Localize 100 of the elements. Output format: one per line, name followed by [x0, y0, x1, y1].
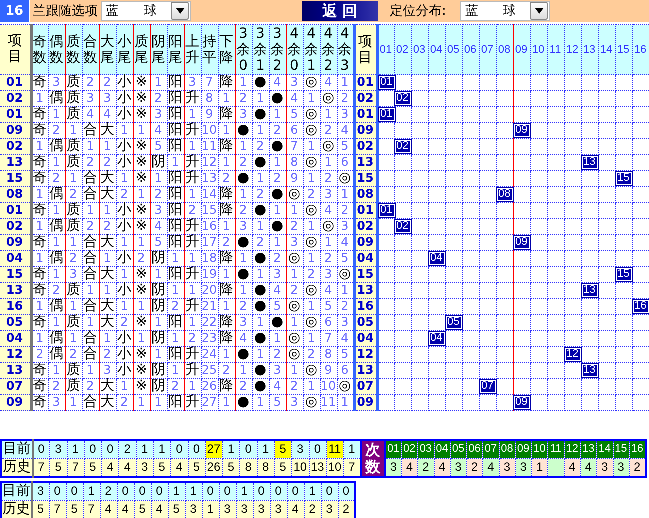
hit-mark: ●	[235, 346, 252, 362]
table-cell: 2	[338, 500, 355, 518]
table-cell: 7	[67, 458, 84, 477]
hit-mark: 奇	[31, 314, 48, 330]
hit-mark: 奇	[31, 170, 48, 186]
table-cell: 1	[83, 482, 100, 500]
table-cell: 4	[150, 122, 167, 138]
column-header: 13	[581, 24, 598, 74]
row-number: 15	[354, 170, 377, 186]
table-cell: 7	[49, 500, 66, 518]
hit-mark: ●	[252, 282, 269, 298]
hit-mark: ●	[252, 362, 269, 378]
table-cell: 11	[201, 138, 218, 154]
hit-mark: 大	[99, 266, 116, 282]
column-header: 上升	[184, 24, 201, 74]
dropdown-icon[interactable]	[530, 2, 548, 20]
table-cell: 2	[31, 346, 48, 362]
row-number: 04	[354, 330, 377, 346]
hit-mark: 降	[218, 314, 235, 330]
table-cell: 8	[320, 346, 337, 362]
column-header: 项目	[8, 34, 22, 65]
table-cell: 2	[99, 154, 116, 170]
hit-mark: 奇	[31, 202, 48, 218]
hit-mark: ◎	[303, 122, 320, 138]
table-cell: 1	[67, 440, 84, 458]
table-cell: 2	[116, 186, 133, 202]
hit-mark: 大	[99, 394, 116, 410]
hit-mark: 合	[82, 346, 99, 362]
table-cell: 1	[236, 482, 253, 500]
column-header: 09	[515, 440, 532, 458]
hit-mark: 降	[218, 282, 235, 298]
table-cell: 5	[222, 458, 240, 477]
table-cell: 2	[235, 90, 252, 106]
table-cell: 12	[201, 154, 218, 170]
column-header: 02	[402, 440, 418, 458]
table-cell: 2	[118, 440, 136, 458]
column-header: 小尾	[116, 24, 133, 74]
table-cell: 19	[201, 266, 218, 282]
column-header: 08	[496, 24, 513, 74]
table-cell: 0	[253, 482, 270, 500]
table-cell: 2	[303, 266, 320, 282]
table-cell: 3	[596, 458, 613, 477]
table-cell: 4	[320, 282, 337, 298]
column-header: 4余1	[303, 24, 320, 74]
hit-mark: 偶	[48, 330, 65, 346]
hit-mark: 大	[99, 186, 116, 202]
table-cell: 8	[257, 458, 274, 477]
row-number: 02	[0, 138, 31, 154]
hit-mark: 降	[218, 202, 235, 218]
table-cell: 1	[150, 314, 167, 330]
table-cell: 1	[252, 394, 269, 410]
row-number: 01	[354, 74, 377, 90]
table-cell: 1	[532, 458, 548, 477]
table-cell: 1	[31, 330, 48, 346]
hit-mark: ●	[252, 202, 269, 218]
row-number: 09	[354, 234, 377, 250]
table-cell: 2	[65, 250, 82, 266]
table-cell: 3	[499, 458, 516, 477]
position-select[interactable]: 蓝 球	[460, 1, 550, 21]
hit-mark: 阴	[150, 378, 167, 394]
ball-select[interactable]: 蓝 球	[101, 1, 191, 21]
hit-mark: 奇	[31, 74, 48, 90]
return-button[interactable]: 返 回	[302, 1, 378, 21]
table-cell: 4	[99, 106, 116, 122]
number-badge: 02	[394, 92, 411, 105]
table-cell: 1	[48, 266, 65, 282]
row-number: 15	[354, 266, 377, 282]
dropdown-icon[interactable]	[171, 2, 189, 20]
table-cell: 4	[102, 458, 119, 477]
column-header: 4余2	[320, 24, 337, 74]
table-cell: 3	[136, 458, 154, 477]
table-cell: 3	[269, 266, 286, 282]
table-cell: 1	[218, 218, 235, 234]
table-cell: 2	[269, 170, 286, 186]
table-cell: 1	[82, 362, 99, 378]
hit-mark: ●	[252, 330, 269, 346]
table-cell: 0	[219, 482, 236, 500]
table-cell: 1	[286, 202, 303, 218]
table-cell: 7	[344, 458, 361, 477]
hit-mark: ※	[133, 154, 150, 170]
table-cell: 18	[201, 250, 218, 266]
table-cell: 3	[150, 106, 167, 122]
hit-mark: ●	[252, 154, 269, 170]
table-cell: 3	[286, 74, 303, 90]
hit-mark: 小	[116, 154, 133, 170]
hit-mark: 质	[65, 202, 82, 218]
number-badge: 01	[378, 76, 395, 89]
row-number: 13	[354, 154, 377, 170]
row-number: 09	[0, 234, 31, 250]
table-cell: 1	[48, 106, 65, 122]
column-header: 项目	[354, 24, 377, 74]
table-cell: 1	[167, 154, 184, 170]
table-cell: 2	[320, 170, 337, 186]
hit-mark: 小	[116, 346, 133, 362]
table-cell: 1	[303, 90, 320, 106]
number-badge: 16	[632, 300, 649, 313]
hit-mark: 奇	[31, 282, 48, 298]
table-cell: 0	[170, 440, 188, 458]
table-cell: 2	[99, 346, 116, 362]
table-cell: 10	[326, 458, 344, 477]
